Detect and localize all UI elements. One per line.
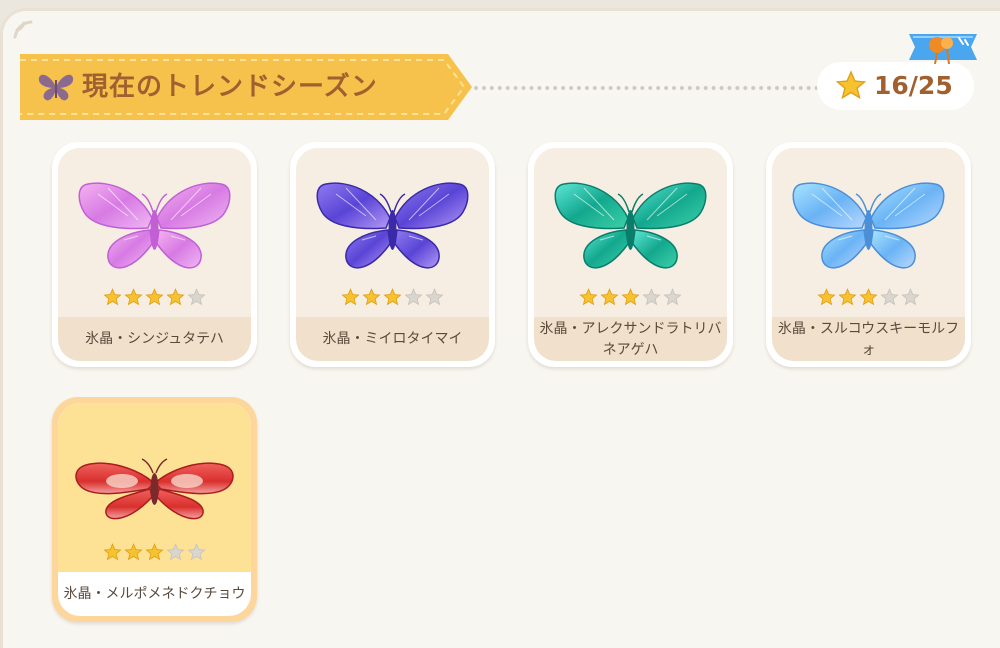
butterfly-name: 氷晶・スルコウスキーモルフォ (777, 320, 960, 358)
rarity-stars (58, 543, 251, 563)
star-empty-icon (187, 288, 206, 306)
star-filled-icon (579, 288, 598, 306)
star-filled-icon (817, 288, 836, 306)
butterfly-art-icon (78, 182, 231, 269)
butterfly-card[interactable]: 氷晶・ミイロタイマイ (290, 142, 495, 367)
star-empty-icon (642, 288, 661, 306)
butterfly-art-icon (75, 458, 234, 520)
star-empty-icon (901, 288, 920, 306)
butterfly-icon (38, 74, 74, 101)
progress-count: 16/25 (874, 71, 953, 100)
butterfly-card[interactable]: 氷晶・シンジュタテハ (52, 142, 257, 367)
rarity-stars (534, 288, 727, 308)
card-inner: 氷晶・メルポメネドクチョウ (58, 403, 251, 616)
corner-ornament-icon (13, 20, 33, 39)
rarity-stars (772, 288, 965, 308)
star-filled-icon (145, 543, 164, 561)
star-filled-icon (362, 288, 381, 306)
star-filled-icon (166, 288, 185, 306)
star-filled-icon (600, 288, 619, 306)
card-inner: 氷晶・アレクサンドラトリバネアゲハ (534, 148, 727, 361)
section-divider (474, 86, 819, 90)
star-empty-icon (404, 288, 423, 306)
butterfly-name: 氷晶・メルポメネドクチョウ (63, 586, 246, 602)
star-icon (835, 70, 867, 100)
butterfly-art-icon (792, 182, 945, 269)
butterfly-card[interactable]: 氷晶・スルコウスキーモルフォ (766, 142, 971, 367)
star-empty-icon (425, 288, 444, 306)
star-filled-icon (341, 288, 360, 306)
star-filled-icon (859, 288, 878, 306)
star-filled-icon (103, 288, 122, 306)
star-filled-icon (838, 288, 857, 306)
butterfly-name: 氷晶・ミイロタイマイ (322, 331, 463, 347)
butterfly-card[interactable]: 氷晶・アレクサンドラトリバネアゲハ (528, 142, 733, 367)
star-filled-icon (103, 543, 122, 561)
star-filled-icon (383, 288, 402, 306)
star-filled-icon (621, 288, 640, 306)
balloon-badge-icon[interactable] (905, 30, 981, 68)
star-filled-icon (124, 288, 143, 306)
butterfly-name: 氷晶・シンジュタテハ (85, 331, 224, 347)
star-empty-icon (187, 543, 206, 561)
butterfly-art-icon (316, 182, 469, 269)
rarity-stars (296, 288, 489, 308)
rarity-stars (58, 288, 251, 308)
card-inner: 氷晶・スルコウスキーモルフォ (772, 148, 965, 361)
butterfly-name: 氷晶・アレクサンドラトリバネアゲハ (539, 320, 722, 358)
star-filled-icon (145, 288, 164, 306)
star-empty-icon (663, 288, 682, 306)
butterfly-art-icon (554, 182, 707, 269)
card-inner: 氷晶・シンジュタテハ (58, 148, 251, 361)
card-inner: 氷晶・ミイロタイマイ (296, 148, 489, 361)
section-title: 現在のトレンドシーズン (82, 72, 378, 102)
star-empty-icon (166, 543, 185, 561)
star-filled-icon (124, 543, 143, 561)
star-empty-icon (880, 288, 899, 306)
butterfly-card[interactable]: 氷晶・メルポメネドクチョウ (52, 397, 257, 622)
